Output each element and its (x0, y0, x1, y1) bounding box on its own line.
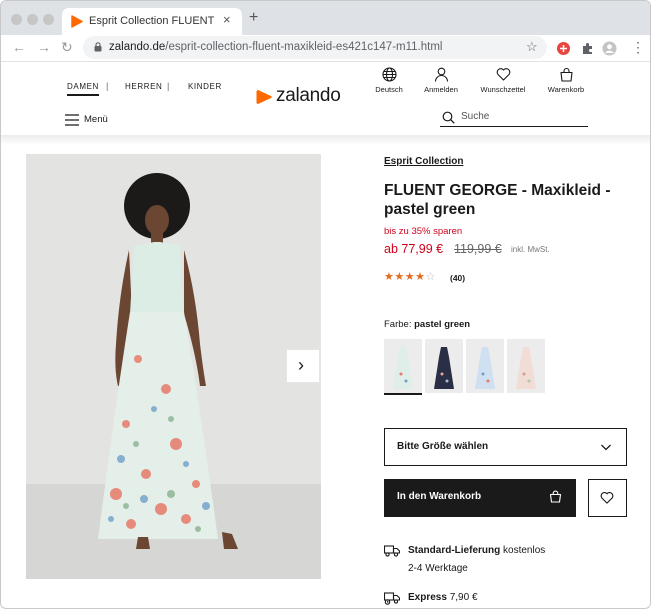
color-swatch-light-blue[interactable] (466, 339, 504, 393)
logo-text: zalando (276, 85, 341, 106)
forward-icon[interactable]: → (37, 39, 51, 55)
extension-red-icon[interactable] (556, 41, 571, 56)
review-count[interactable]: (40) (450, 273, 465, 283)
express-truck-icon (384, 592, 400, 605)
zalando-favicon-icon (71, 15, 83, 28)
tab-strip: Esprit Collection FLUENT GEORGE × + (1, 1, 650, 35)
menu-label: Menü (84, 114, 108, 125)
url-path: /esprit-collection-fluent-maxikleid-es42… (165, 41, 443, 53)
header-language-label: Deutsch (375, 85, 403, 94)
extensions-puzzle-icon[interactable] (580, 41, 595, 56)
lock-icon (94, 42, 102, 52)
color-swatch-pastel-green[interactable] (384, 339, 422, 395)
dress-thumbnail-icon (507, 339, 545, 393)
heart-icon (496, 68, 510, 81)
header-cart-label: Warenkorb (547, 85, 585, 94)
standard-delivery-label: Standard-Lieferung (408, 545, 501, 556)
tab-close-icon[interactable]: × (223, 13, 231, 27)
new-tab-icon[interactable]: + (249, 10, 258, 26)
chevron-down-icon (601, 444, 611, 451)
color-label: Farbe: pastel green (384, 319, 470, 330)
express-delivery-label: Express (408, 592, 447, 603)
url-host: zalando.de (109, 41, 166, 53)
color-swatch-navy[interactable] (425, 339, 463, 393)
window-minimize-dot[interactable] (27, 14, 38, 25)
original-price: 119,99 € (454, 242, 502, 256)
standard-delivery-price: kostenlos (503, 545, 546, 556)
nav-damen[interactable]: DAMEN (67, 82, 99, 96)
express-delivery-text: Express 7,90 € (408, 592, 478, 603)
zalando-logo-mark-icon (256, 90, 272, 104)
menu-button[interactable]: Menü (65, 113, 113, 127)
browser-window: Esprit Collection FLUENT GEORGE × + ← → … (0, 0, 651, 609)
savings-badge: bis zu 35% sparen (384, 226, 463, 237)
browser-tab[interactable]: Esprit Collection FLUENT GEORGE × (62, 8, 242, 35)
nav-separator: | (167, 81, 170, 91)
window-maximize-dot[interactable] (43, 14, 54, 25)
color-label-prefix: Farbe: (384, 319, 412, 330)
dress-thumbnail-icon (425, 339, 463, 393)
product-title: FLUENT GEORGE - Maxikleid - pastel green (384, 182, 611, 218)
size-select[interactable]: Bitte Größe wählen (384, 428, 627, 466)
globe-icon (381, 67, 397, 82)
dress-thumbnail-icon (384, 339, 422, 393)
bag-icon (559, 67, 573, 82)
standard-delivery-time: 2-4 Werktage (408, 563, 468, 574)
chevron-right-icon: › (298, 355, 304, 375)
browser-toolbar: ← → ↻ zalando.de/esprit-collection-fluen… (1, 35, 650, 62)
add-to-wishlist-button[interactable] (588, 479, 627, 517)
model-dress-illustration (26, 173, 321, 579)
back-icon[interactable]: ← (12, 39, 26, 55)
profile-avatar-icon[interactable] (602, 41, 617, 56)
header-login-label: Anmelden (424, 85, 458, 94)
rating-stars[interactable]: ★★★★☆ (384, 270, 436, 283)
vat-note: inkl. MwSt. (511, 245, 550, 254)
url-text[interactable]: zalando.de/esprit-collection-fluent-maxi… (109, 41, 442, 53)
size-select-label: Bitte Größe wählen (397, 441, 489, 452)
header-language[interactable]: Deutsch (361, 67, 417, 94)
header-wishlist[interactable]: Wunschzettel (475, 67, 531, 94)
reload-icon[interactable]: ↻ (61, 39, 73, 55)
product-image[interactable] (26, 154, 321, 579)
bookmark-star-icon[interactable]: ☆ (526, 39, 538, 55)
header-divider (1, 135, 650, 145)
current-price: ab 77,99 € (384, 242, 444, 256)
nav-kinder[interactable]: KINDER (188, 82, 222, 91)
truck-icon (384, 545, 400, 557)
zalando-logo[interactable]: zalando (255, 85, 351, 110)
add-to-cart-label: In den Warenkorb (397, 491, 482, 502)
next-image-button[interactable]: › (286, 349, 320, 383)
brand-link[interactable]: Esprit Collection (384, 156, 463, 167)
heart-icon (600, 492, 614, 504)
color-value: pastel green (414, 319, 471, 330)
window-close-dot[interactable] (11, 14, 22, 25)
tab-title: Esprit Collection FLUENT GEORGE (89, 15, 217, 27)
search-input[interactable]: Suche (440, 109, 588, 127)
express-delivery-price: 7,90 € (449, 592, 478, 603)
user-icon (434, 67, 448, 82)
header-wishlist-label: Wunschzettel (480, 85, 526, 94)
nav-separator: | (106, 81, 109, 91)
search-placeholder: Suche (461, 111, 490, 122)
browser-menu-icon[interactable]: ⋮ (631, 39, 645, 55)
standard-delivery-text: Standard-Lieferung kostenlos (408, 545, 545, 556)
color-swatch-nude[interactable] (507, 339, 545, 393)
header-cart[interactable]: Warenkorb (538, 67, 594, 94)
address-bar[interactable]: zalando.de/esprit-collection-fluent-maxi… (83, 36, 547, 59)
header-login[interactable]: Anmelden (413, 67, 469, 94)
nav-herren[interactable]: HERREN (125, 82, 162, 91)
star-filled-icons: ★★★★ (384, 271, 426, 283)
bag-icon (549, 490, 562, 503)
dress-thumbnail-icon (466, 339, 504, 393)
add-to-cart-button[interactable]: In den Warenkorb (384, 479, 576, 517)
star-empty-icon: ☆ (425, 271, 436, 283)
hamburger-icon (65, 114, 79, 126)
search-icon (442, 111, 455, 124)
